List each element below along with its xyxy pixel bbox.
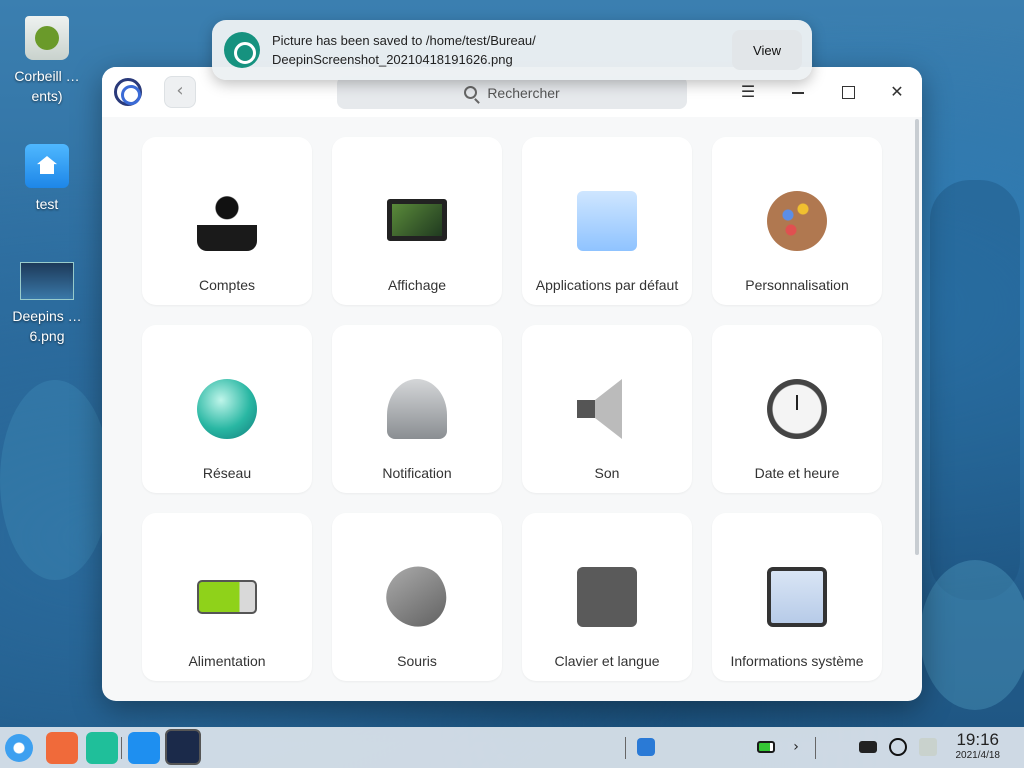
module-card-notification[interactable]: Notification bbox=[332, 325, 502, 493]
dock-separator bbox=[121, 737, 122, 759]
power-icon[interactable] bbox=[889, 738, 907, 756]
clock-time: 19:16 bbox=[956, 730, 1000, 749]
launcher-icon[interactable] bbox=[5, 734, 33, 762]
clock-date: 2021/4/18 bbox=[955, 750, 1001, 761]
app-store-icon[interactable] bbox=[128, 732, 160, 764]
module-label: Clavier et langue bbox=[554, 653, 660, 669]
battery-icon bbox=[197, 580, 257, 614]
wifi-icon[interactable] bbox=[727, 738, 745, 756]
trash-tray-icon[interactable] bbox=[919, 738, 937, 756]
module-card-system-info[interactable]: Informations système bbox=[712, 513, 882, 681]
keyboard-tray-icon[interactable] bbox=[859, 741, 877, 753]
wallpaper-tree bbox=[930, 180, 1020, 600]
module-card-accounts[interactable]: Comptes bbox=[142, 137, 312, 305]
desktop-home-folder[interactable]: test bbox=[7, 144, 87, 214]
desktop-trash-label: Corbeill …ents) bbox=[14, 68, 80, 104]
accounts-icon bbox=[197, 191, 257, 251]
module-label: Informations système bbox=[730, 653, 864, 669]
notification-bell-tray-icon[interactable] bbox=[829, 738, 847, 756]
module-card-mouse[interactable]: Souris bbox=[332, 513, 502, 681]
wallpaper-foliage bbox=[920, 560, 1024, 710]
notification-line-2: DeepinScreenshot_20210418191626.png bbox=[272, 52, 513, 67]
notification-message: Picture has been saved to /home/test/Bur… bbox=[272, 31, 722, 69]
image-thumbnail-icon bbox=[20, 262, 74, 300]
module-card-personalization[interactable]: Personnalisation bbox=[712, 137, 882, 305]
menu-button[interactable]: ☰ bbox=[736, 80, 760, 104]
bluetooth-icon[interactable] bbox=[667, 738, 685, 756]
dock-separator bbox=[625, 737, 626, 759]
battery-tray-icon[interactable] bbox=[757, 741, 775, 753]
dock: › 19:16 2021/4/18 bbox=[0, 727, 1024, 768]
module-label: Affichage bbox=[387, 277, 447, 293]
screenshot-tray-icon[interactable] bbox=[637, 738, 655, 756]
module-card-network[interactable]: Réseau bbox=[142, 325, 312, 493]
module-card-keyboard[interactable]: Clavier et langue bbox=[522, 513, 692, 681]
display-icon bbox=[387, 199, 447, 241]
screenshot-app-icon bbox=[224, 32, 260, 68]
dock-separator bbox=[815, 737, 816, 759]
module-label: Applications par défaut bbox=[535, 277, 679, 293]
module-label: Date et heure bbox=[754, 465, 840, 481]
system-info-icon bbox=[767, 567, 827, 627]
module-card-default-apps[interactable]: Applications par défaut bbox=[522, 137, 692, 305]
datetime-display[interactable]: 19:16 2021/4/18 bbox=[956, 730, 1001, 762]
close-button[interactable]: ✕ bbox=[885, 80, 909, 104]
speaker-icon bbox=[577, 379, 622, 439]
wallpaper-foliage bbox=[0, 380, 110, 580]
control-center-logo-icon bbox=[114, 78, 142, 106]
module-label: Notification bbox=[382, 465, 452, 481]
search-icon bbox=[464, 86, 478, 99]
minimize-button[interactable] bbox=[786, 80, 810, 104]
module-card-display[interactable]: Affichage bbox=[332, 137, 502, 305]
module-label: Réseau bbox=[202, 465, 252, 481]
notification-bell-icon bbox=[387, 379, 447, 439]
trash-icon bbox=[25, 16, 69, 60]
view-button[interactable]: View bbox=[732, 30, 802, 70]
desktop-folder-label: test bbox=[35, 196, 59, 212]
search-box[interactable]: Rechercher bbox=[337, 76, 687, 109]
module-label: Souris bbox=[397, 653, 437, 669]
desktop-trash[interactable]: Corbeill …ents) bbox=[7, 16, 87, 106]
network-icon bbox=[197, 379, 257, 439]
desktop-file-label: Deepins …6.png bbox=[12, 308, 82, 344]
file-manager-icon[interactable] bbox=[86, 732, 118, 764]
clock-icon bbox=[767, 379, 827, 439]
wired-network-icon[interactable] bbox=[697, 738, 715, 756]
module-label: Alimentation bbox=[188, 653, 266, 669]
default-apps-icon bbox=[577, 191, 637, 251]
notification-line-1: Picture has been saved to /home/test/Bur… bbox=[272, 33, 536, 48]
module-card-sound[interactable]: Son bbox=[522, 325, 692, 493]
module-label: Comptes bbox=[198, 277, 256, 293]
keyboard-icon bbox=[577, 567, 637, 627]
search-placeholder: Rechercher bbox=[487, 84, 560, 101]
module-card-power[interactable]: Alimentation bbox=[142, 513, 312, 681]
personalization-icon bbox=[767, 191, 827, 251]
tray-expand-chevron-icon[interactable]: › bbox=[787, 738, 805, 756]
module-card-datetime[interactable]: Date et heure bbox=[712, 325, 882, 493]
module-label: Personnalisation bbox=[745, 277, 849, 293]
maximize-button[interactable] bbox=[836, 80, 860, 104]
desktop-screenshot-file[interactable]: Deepins …6.png bbox=[7, 262, 87, 346]
module-label: Son bbox=[594, 465, 620, 481]
control-center-icon[interactable] bbox=[165, 729, 201, 765]
scrollbar[interactable] bbox=[915, 119, 919, 555]
control-center-window: ‹ Rechercher ☰ ✕ Comptes Affichage Appli… bbox=[102, 67, 922, 701]
multitasking-icon[interactable] bbox=[46, 732, 78, 764]
home-folder-icon bbox=[25, 144, 69, 188]
mouse-icon bbox=[375, 555, 459, 639]
screenshot-notification: Picture has been saved to /home/test/Bur… bbox=[212, 20, 812, 80]
back-button[interactable]: ‹ bbox=[164, 76, 196, 108]
